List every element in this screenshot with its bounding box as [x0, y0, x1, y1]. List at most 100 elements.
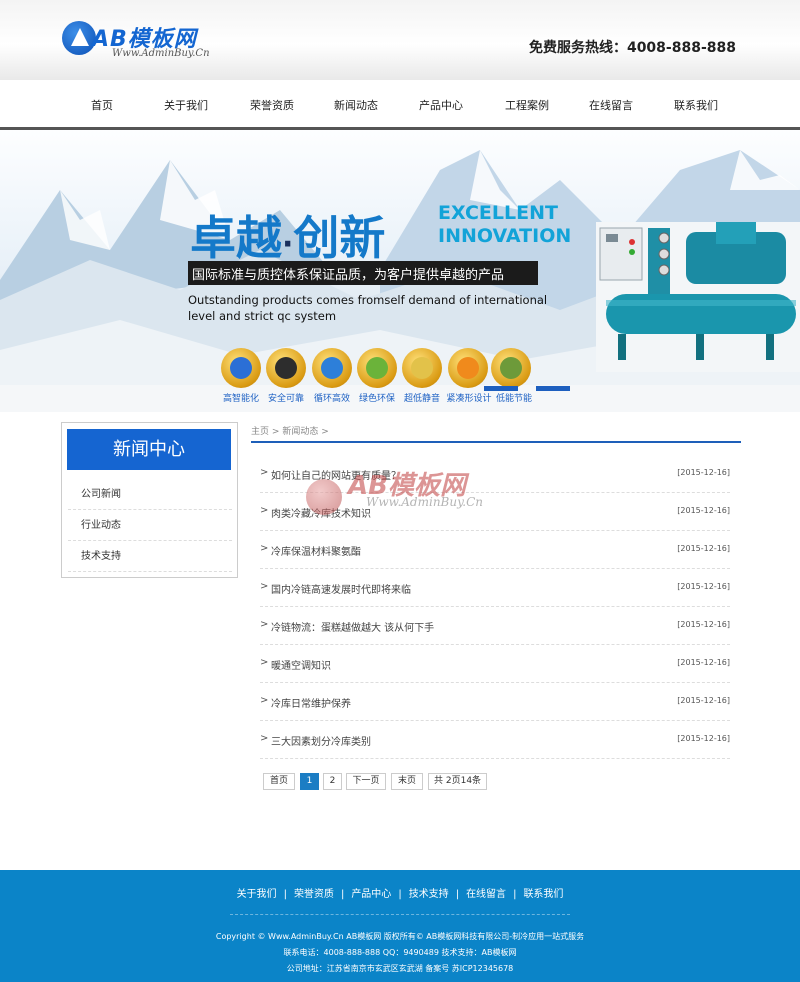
- nav-item-news[interactable]: 新闻动态: [316, 97, 396, 113]
- news-item[interactable]: > 冷库日常维护保养 [2015-12-16]: [260, 683, 730, 721]
- chevron-right-icon: >: [260, 581, 269, 592]
- header: AB模板网 Www.AdminBuy.Cn 免费服务热线：4008-888-88…: [0, 0, 800, 80]
- news-title[interactable]: 冷库日常维护保养: [271, 695, 351, 710]
- sidebar: 新闻中心 公司新闻 行业动态 技术支持: [61, 422, 238, 578]
- chevron-right-icon: >: [260, 695, 269, 706]
- news-item[interactable]: > 冷库保温材料聚氨酯 [2015-12-16]: [260, 531, 730, 569]
- footer-link-products[interactable]: 产品中心: [351, 889, 391, 900]
- cert-badge-3: [312, 348, 352, 388]
- service-hotline: 免费服务热线：4008-888-888: [528, 40, 736, 56]
- news-item[interactable]: > 三大因素划分冷库类别 [2015-12-16]: [260, 721, 730, 759]
- news-title[interactable]: 如何让自己的网站更有质量？: [271, 467, 401, 482]
- sidebar-item-industry[interactable]: 行业动态: [68, 510, 232, 541]
- footer-separator: |: [283, 889, 287, 900]
- news-date: [2015-12-16]: [677, 696, 730, 705]
- headline-dot: ·: [282, 227, 294, 262]
- news-title[interactable]: 冷链物流：蛋糕越做越大 该从何下手: [271, 619, 434, 634]
- news-item[interactable]: > 暖通空调知识 [2015-12-16]: [260, 645, 730, 683]
- breadcrumb-separator: >: [271, 427, 280, 437]
- headline-word-2: 创新: [293, 211, 386, 265]
- headline-en-1: EXCELLENT: [438, 202, 558, 224]
- breadcrumb-end: >: [321, 427, 329, 437]
- news-item[interactable]: > 冷链物流：蛋糕越做越大 该从何下手 [2015-12-16]: [260, 607, 730, 645]
- sidebar-title: 新闻中心: [67, 429, 231, 470]
- news-date: [2015-12-16]: [677, 658, 730, 667]
- headline-word-1: 卓越: [190, 211, 282, 265]
- chevron-right-icon: >: [260, 467, 269, 478]
- logo-icon: [62, 21, 96, 55]
- footer-nav: 关于我们 | 荣誉资质 | 产品中心 | 技术支持 | 在线留言 | 联系我们: [0, 885, 800, 900]
- footer-link-message[interactable]: 在线留言: [466, 889, 506, 900]
- cert-badge-6: [448, 348, 488, 388]
- cert-label-3: 循环高效: [313, 394, 350, 404]
- cert-label-1: 高智能化: [222, 394, 259, 404]
- news-title[interactable]: 三大因素划分冷库类别: [271, 733, 371, 748]
- news-date: [2015-12-16]: [677, 506, 730, 515]
- pager-page-1[interactable]: 1: [300, 773, 319, 790]
- news-title[interactable]: 冷库保温材料聚氨酯: [271, 543, 361, 558]
- cert-label-4: 绿色环保: [358, 394, 395, 404]
- slider-dot-2[interactable]: [536, 386, 570, 391]
- news-date: [2015-12-16]: [677, 734, 730, 743]
- footer-separator: |: [513, 889, 517, 900]
- nav-item-about[interactable]: 关于我们: [146, 97, 226, 113]
- chevron-right-icon: >: [260, 657, 269, 668]
- pager-first[interactable]: 首页: [263, 773, 295, 790]
- sidebar-item-company-news[interactable]: 公司新闻: [68, 479, 232, 510]
- news-date: [2015-12-16]: [677, 582, 730, 591]
- news-item[interactable]: > 肉类冷藏冷库技术知识 [2015-12-16]: [260, 493, 730, 531]
- nav-item-cases[interactable]: 工程案例: [487, 97, 567, 113]
- logo-subtitle: Www.AdminBuy.Cn: [112, 48, 210, 59]
- cert-badge-5: [402, 348, 442, 388]
- breadcrumb: 主页 > 新闻动态 >: [251, 424, 329, 437]
- sidebar-item-tech-support[interactable]: 技术支持: [68, 541, 232, 572]
- headline-cn: 卓越·创新: [190, 202, 385, 268]
- news-title[interactable]: 暖通空调知识: [271, 657, 331, 672]
- footer-link-honors[interactable]: 荣誉资质: [294, 889, 334, 900]
- hero-banner[interactable]: 卓越·创新 EXCELLENT INNOVATION 国际标准与质控体系保证品质…: [0, 130, 800, 412]
- news-item[interactable]: > 如何让自己的网站更有质量？ [2015-12-16]: [260, 455, 730, 493]
- chevron-right-icon: >: [260, 505, 269, 516]
- nav-item-products[interactable]: 产品中心: [401, 97, 481, 113]
- headline-en-2: INNOVATION: [438, 225, 572, 247]
- nav-item-honors[interactable]: 荣誉资质: [232, 97, 312, 113]
- news-title[interactable]: 肉类冷藏冷库技术知识: [271, 505, 371, 520]
- footer-link-about[interactable]: 关于我们: [237, 889, 277, 900]
- footer-copyright: Copyright © Www.AdminBuy.Cn AB模板网 版权所有© …: [215, 932, 585, 941]
- tagline-bar: 国际标准与质控体系保证品质，为客户提供卓越的产品: [188, 261, 538, 285]
- footer: 关于我们 | 荣誉资质 | 产品中心 | 技术支持 | 在线留言 | 联系我们 Copyright …: [0, 870, 800, 982]
- footer-separator: |: [340, 889, 345, 900]
- headline-en: EXCELLENT INNOVATION: [438, 202, 571, 248]
- chevron-right-icon: >: [260, 733, 269, 744]
- cert-label-5: 超低静音: [403, 394, 440, 404]
- breadcrumb-current[interactable]: 新闻动态: [282, 427, 318, 437]
- nav-item-message[interactable]: 在线留言: [571, 97, 651, 113]
- footer-address: 公司地址：江苏省南京市玄武区玄武湖 备案号 苏ICP12345678: [286, 964, 514, 973]
- site-logo[interactable]: AB模板网 Www.AdminBuy.Cn: [62, 19, 232, 63]
- news-date: [2015-12-16]: [677, 544, 730, 553]
- footer-separator: |: [455, 889, 460, 900]
- footer-link-tech[interactable]: 技术支持: [409, 889, 449, 900]
- cert-label-6: 紧凑形设计: [446, 394, 492, 404]
- news-date: [2015-12-16]: [677, 620, 730, 629]
- nav-item-home[interactable]: 首页: [62, 97, 142, 113]
- news-item[interactable]: > 国内冷链高速发展时代即将来临 [2015-12-16]: [260, 569, 730, 607]
- breadcrumb-divider: [251, 441, 741, 443]
- breadcrumb-home[interactable]: 主页: [251, 427, 269, 437]
- pager-info: 共 2页14条: [428, 773, 488, 790]
- pager-next[interactable]: 下一页: [346, 773, 386, 790]
- chevron-right-icon: >: [260, 543, 269, 554]
- footer-divider: [230, 914, 570, 915]
- footer-contact: 联系电话：4008-888-888 QQ：9490489 技术支持：AB模板网: [283, 948, 517, 957]
- news-title[interactable]: 国内冷链高速发展时代即将来临: [271, 581, 411, 596]
- cert-badge-4: [357, 348, 397, 388]
- pager-last[interactable]: 末页: [391, 773, 423, 790]
- footer-link-contact[interactable]: 联系我们: [523, 889, 563, 900]
- tagline-text: 国际标准与质控体系保证品质，为客户提供卓越的产品: [192, 268, 505, 283]
- slider-dot-1[interactable]: [484, 386, 518, 391]
- pager-page-2[interactable]: 2: [323, 773, 342, 790]
- chiller-machine-image: [596, 222, 800, 372]
- cert-label-2: 安全可靠: [267, 394, 304, 404]
- main-nav: 首页 关于我们 荣誉资质 新闻动态 产品中心 工程案例 在线留言 联系我们: [0, 80, 800, 130]
- nav-item-contact[interactable]: 联系我们: [656, 97, 736, 113]
